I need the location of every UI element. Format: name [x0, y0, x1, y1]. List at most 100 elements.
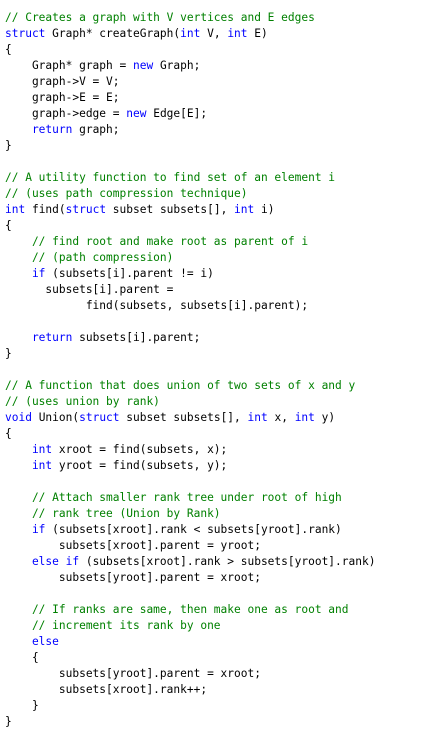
code-token-keyword: int [234, 203, 255, 216]
code-token-plain: subsets[yroot].parent = xroot; [5, 667, 261, 680]
code-line: subsets[yroot].parent = xroot; [5, 666, 433, 682]
code-line: if (subsets[i].parent != i) [5, 266, 433, 282]
code-line: if (subsets[xroot].rank < subsets[yroot]… [5, 522, 433, 538]
code-token-plain: subset subsets[], [119, 411, 248, 424]
code-token-plain: { [5, 651, 39, 664]
code-token-plain: { [5, 219, 12, 232]
code-token-plain: find(subsets, subsets[i].parent); [5, 299, 309, 312]
code-line: // Creates a graph with V vertices and E… [5, 10, 433, 26]
code-token-plain: subsets[yroot].parent = xroot; [5, 571, 261, 584]
code-token-keyword: int [294, 411, 315, 424]
code-line: { [5, 426, 433, 442]
code-line: find(subsets, subsets[i].parent); [5, 298, 433, 314]
code-token-plain: (subsets[i].parent != i) [45, 267, 214, 280]
code-line: // increment its rank by one [5, 618, 433, 634]
code-token-plain: { [5, 43, 12, 56]
code-line: subsets[xroot].rank++; [5, 682, 433, 698]
code-line: // rank tree (Union by Rank) [5, 506, 433, 522]
code-token-keyword: int [180, 27, 201, 40]
code-line: graph->edge = new Edge[E]; [5, 106, 433, 122]
code-line: // (path compression) [5, 250, 433, 266]
code-token-keyword: return [5, 331, 73, 344]
code-token-keyword: if [5, 523, 46, 536]
code-token-plain: subset subsets[], [106, 203, 235, 216]
code-line: // A utility function to find set of an … [5, 170, 433, 186]
code-token-plain: V, [200, 27, 228, 40]
code-token-keyword: struct [5, 27, 46, 40]
code-view: // Creates a graph with V vertices and E… [5, 10, 433, 730]
code-token-keyword: else [5, 635, 59, 648]
code-token-plain: } [5, 139, 12, 152]
code-line: int yroot = find(subsets, y); [5, 458, 433, 474]
code-token-keyword: else if [5, 555, 80, 568]
code-token-comment: // (path compression) [5, 251, 174, 264]
code-token-plain: i) [254, 203, 275, 216]
code-line: { [5, 218, 433, 234]
code-line: } [5, 346, 433, 362]
code-line: } [5, 714, 433, 730]
code-line: // (uses union by rank) [5, 394, 433, 410]
code-line: else [5, 634, 433, 650]
code-line: // (uses path compression technique) [5, 186, 433, 202]
code-token-comment: // (uses union by rank) [5, 395, 160, 408]
code-token-comment: // A function that does union of two set… [5, 379, 356, 392]
code-token-plain: Graph; [153, 59, 201, 72]
code-line: else if (subsets[xroot].rank > subsets[y… [5, 554, 433, 570]
code-token-plain: subsets[xroot].rank++; [5, 683, 208, 696]
code-token-keyword: int [5, 443, 53, 456]
code-token-plain: subsets[xroot].parent = yroot; [5, 539, 261, 552]
code-token-plain: } [5, 715, 12, 728]
code-token-plain: Edge[E]; [146, 107, 208, 120]
code-line: struct Graph* createGraph(int V, int E) [5, 26, 433, 42]
code-token-comment: // increment its rank by one [5, 619, 221, 632]
code-line: Graph* graph = new Graph; [5, 58, 433, 74]
code-token-plain: } [5, 347, 12, 360]
code-token-comment: // Attach smaller rank tree under root o… [5, 491, 342, 504]
code-token-keyword: int [227, 27, 248, 40]
code-token-plain: xroot = find(subsets, x); [52, 443, 228, 456]
code-token-plain: } [5, 699, 39, 712]
code-token-plain: Graph* graph = [5, 59, 133, 72]
code-token-plain: Graph* createGraph( [45, 27, 181, 40]
code-token-comment: // Creates a graph with V vertices and E… [5, 11, 315, 24]
code-token-plain: x, [267, 411, 295, 424]
code-token-plain: graph->E = E; [5, 91, 120, 104]
code-line: subsets[xroot].parent = yroot; [5, 538, 433, 554]
code-line: { [5, 42, 433, 58]
code-line: subsets[i].parent = [5, 282, 433, 298]
code-line: void Union(struct subset subsets[], int … [5, 410, 433, 426]
code-token-keyword: return [5, 123, 73, 136]
code-line: } [5, 698, 433, 714]
code-line: { [5, 650, 433, 666]
code-token-comment: // A utility function to find set of an … [5, 171, 336, 184]
code-token-plain: { [5, 427, 12, 440]
code-line: // If ranks are same, then make one as r… [5, 602, 433, 618]
code-line: // A function that does union of two set… [5, 378, 433, 394]
code-token-plain: graph; [72, 123, 120, 136]
code-token-plain: Union( [31, 411, 80, 424]
code-token-plain: (subsets[xroot].rank < subsets[yroot].ra… [45, 523, 342, 536]
code-line: graph->V = V; [5, 74, 433, 90]
code-token-keyword: new [132, 59, 154, 72]
code-token-keyword: int [5, 459, 53, 472]
code-token-plain: find( [25, 203, 66, 216]
code-token-plain: graph->edge = [5, 107, 127, 120]
code-token-keyword: new [126, 107, 147, 120]
code-token-keyword: if [5, 267, 46, 280]
code-line: } [5, 138, 433, 154]
code-token-plain: graph->V = V; [5, 75, 120, 88]
code-line: subsets[yroot].parent = xroot; [5, 570, 433, 586]
code-token-plain: subsets[i].parent = [5, 283, 174, 296]
code-line: int find(struct subset subsets[], int i) [5, 202, 433, 218]
code-token-plain: yroot = find(subsets, y); [52, 459, 228, 472]
code-line: return subsets[i].parent; [5, 330, 433, 346]
code-token-comment: // find root and make root as parent of … [5, 235, 309, 248]
code-line: return graph; [5, 122, 433, 138]
code-token-keyword: int [247, 411, 268, 424]
code-token-plain: E) [247, 27, 268, 40]
code-line: // find root and make root as parent of … [5, 234, 433, 250]
